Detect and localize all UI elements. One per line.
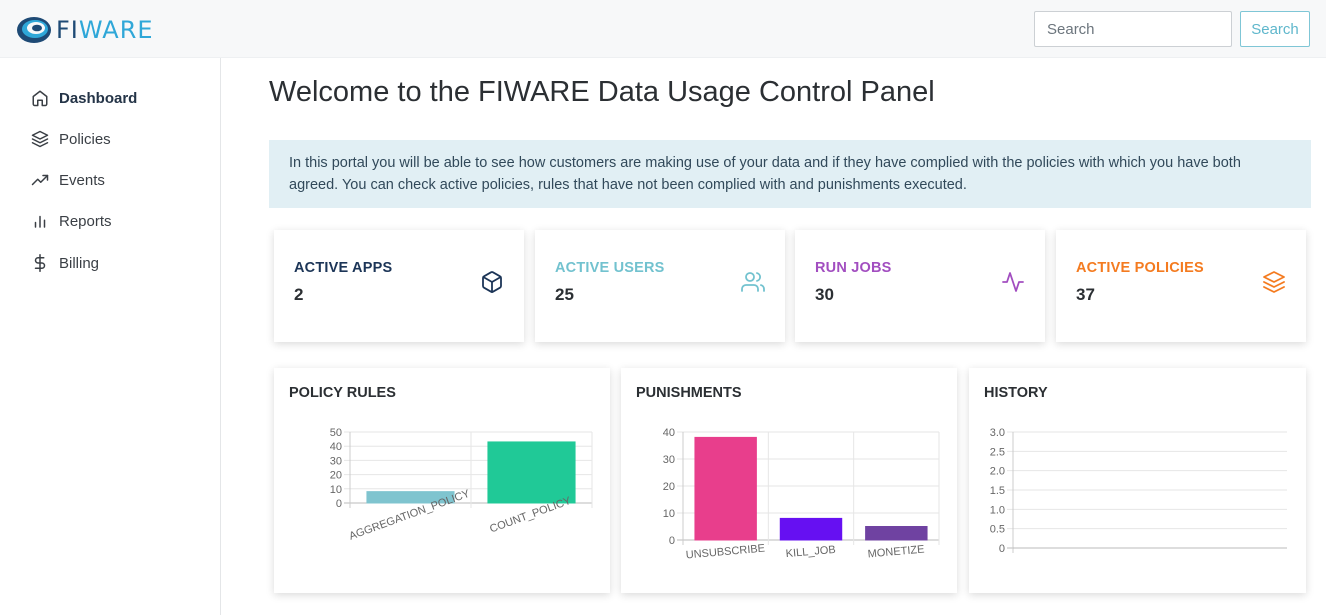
search-button[interactable]: Search xyxy=(1240,11,1310,47)
y-tick-label: 2.0 xyxy=(990,466,1005,478)
logo-wordmark: FIWARE xyxy=(56,16,154,44)
y-tick-label: 30 xyxy=(663,454,675,466)
fiware-logo[interactable]: FIWARE xyxy=(16,14,154,46)
stat-label: ACTIVE POLICIES xyxy=(1076,260,1204,276)
bar-chart-icon xyxy=(30,211,50,231)
y-tick-label: 10 xyxy=(663,508,675,520)
sidebar-item-label: Policies xyxy=(59,130,111,148)
chart-card-history: HISTORY 0 0.5 1.0 1.5 2.0 2.5 3.0 xyxy=(969,368,1306,593)
y-tick-label: 20 xyxy=(330,470,342,482)
x-tick-label: MONETIZE xyxy=(867,544,925,561)
page-title: Welcome to the FIWARE Data Usage Control… xyxy=(269,76,935,108)
bar xyxy=(487,441,576,504)
stat-value: 25 xyxy=(555,285,574,304)
trending-up-icon xyxy=(30,170,50,190)
y-tick-label: 1.0 xyxy=(990,504,1005,516)
stat-card-run-jobs: RUN JOBS 30 xyxy=(795,230,1045,342)
y-tick-label: 2.5 xyxy=(990,446,1005,458)
stat-value: 30 xyxy=(815,285,834,304)
sidebar-item-label: Dashboard xyxy=(59,89,138,107)
sidebar-item-reports[interactable]: Reports xyxy=(30,209,112,233)
y-tick-label: 3.0 xyxy=(990,427,1005,439)
layers-icon xyxy=(1263,271,1285,293)
y-tick-label: 40 xyxy=(663,427,675,439)
sidebar-item-label: Reports xyxy=(59,212,112,230)
sidebar-item-dashboard[interactable]: Dashboard xyxy=(30,86,137,110)
bar xyxy=(865,526,928,541)
chart-card-policy-rules: POLICY RULES 0 10 20 30 40 50 AGGREGATION_POLI… xyxy=(274,368,610,593)
sidebar-item-label: Billing xyxy=(59,254,100,272)
search-input[interactable] xyxy=(1034,11,1232,47)
y-tick-label: 20 xyxy=(663,481,675,493)
x-tick-label: KILL_JOB xyxy=(785,544,836,560)
bar xyxy=(694,436,757,541)
x-tick-label: UNSUBSCRIBE xyxy=(685,543,765,562)
chart-card-punishments: PUNISHMENTS 0 10 20 30 40 UNSUBSCRIBE KILL_JOB… xyxy=(621,368,957,593)
stat-card-active-apps: ACTIVE APPS 2 xyxy=(274,230,524,342)
fiware-logo-icon xyxy=(17,17,51,43)
top-bar: FIWARE Search xyxy=(0,0,1326,58)
y-tick-label: 0 xyxy=(669,535,675,547)
stat-card-active-users: ACTIVE USERS 25 xyxy=(535,230,785,342)
activity-icon xyxy=(1002,272,1024,292)
y-tick-label: 30 xyxy=(330,455,342,467)
y-tick-label: 0 xyxy=(999,543,1005,555)
info-alert: In this portal you will be able to see h… xyxy=(269,140,1311,208)
sidebar-item-label: Events xyxy=(59,171,105,189)
punishments-chart: 0 10 20 30 40 UNSUBSCRIBE KILL_JOB MONETIZE xyxy=(663,427,940,562)
y-tick-label: 50 xyxy=(330,427,342,439)
policy-rules-chart: 01020304050AGGREGATION_POLICY COUNT_POLIC… xyxy=(330,427,593,543)
users-icon xyxy=(741,272,765,292)
stat-label: RUN JOBS xyxy=(815,260,892,276)
sidebar-item-events[interactable]: Events xyxy=(30,168,105,192)
stat-value: 2 xyxy=(294,285,304,304)
home-icon xyxy=(30,88,50,108)
sidebar-item-billing[interactable]: Billing xyxy=(30,251,99,275)
layers-icon xyxy=(30,129,50,149)
logo-ware: WARE xyxy=(78,16,154,44)
y-tick-label: 40 xyxy=(330,441,342,453)
y-tick-label: 1.5 xyxy=(990,485,1005,497)
sidebar-item-policies[interactable]: Policies xyxy=(30,127,111,151)
y-tick-label: 0 xyxy=(336,498,342,510)
dollar-icon xyxy=(30,253,50,273)
stat-label: ACTIVE APPS xyxy=(294,260,393,276)
stat-card-active-policies: ACTIVE POLICIES 37 xyxy=(1056,230,1306,342)
sidebar: Dashboard Policies Events Reports Billin… xyxy=(0,58,221,615)
bar xyxy=(779,517,843,541)
y-tick-label: 10 xyxy=(330,484,342,496)
y-tick-label: 0.5 xyxy=(990,524,1005,536)
logo-fi: FI xyxy=(56,16,79,44)
stat-value: 37 xyxy=(1076,285,1095,304)
history-chart: 0 0.5 1.0 1.5 2.0 2.5 3.0 xyxy=(990,427,1287,555)
stat-label: ACTIVE USERS xyxy=(555,260,665,276)
box-icon xyxy=(482,271,502,293)
